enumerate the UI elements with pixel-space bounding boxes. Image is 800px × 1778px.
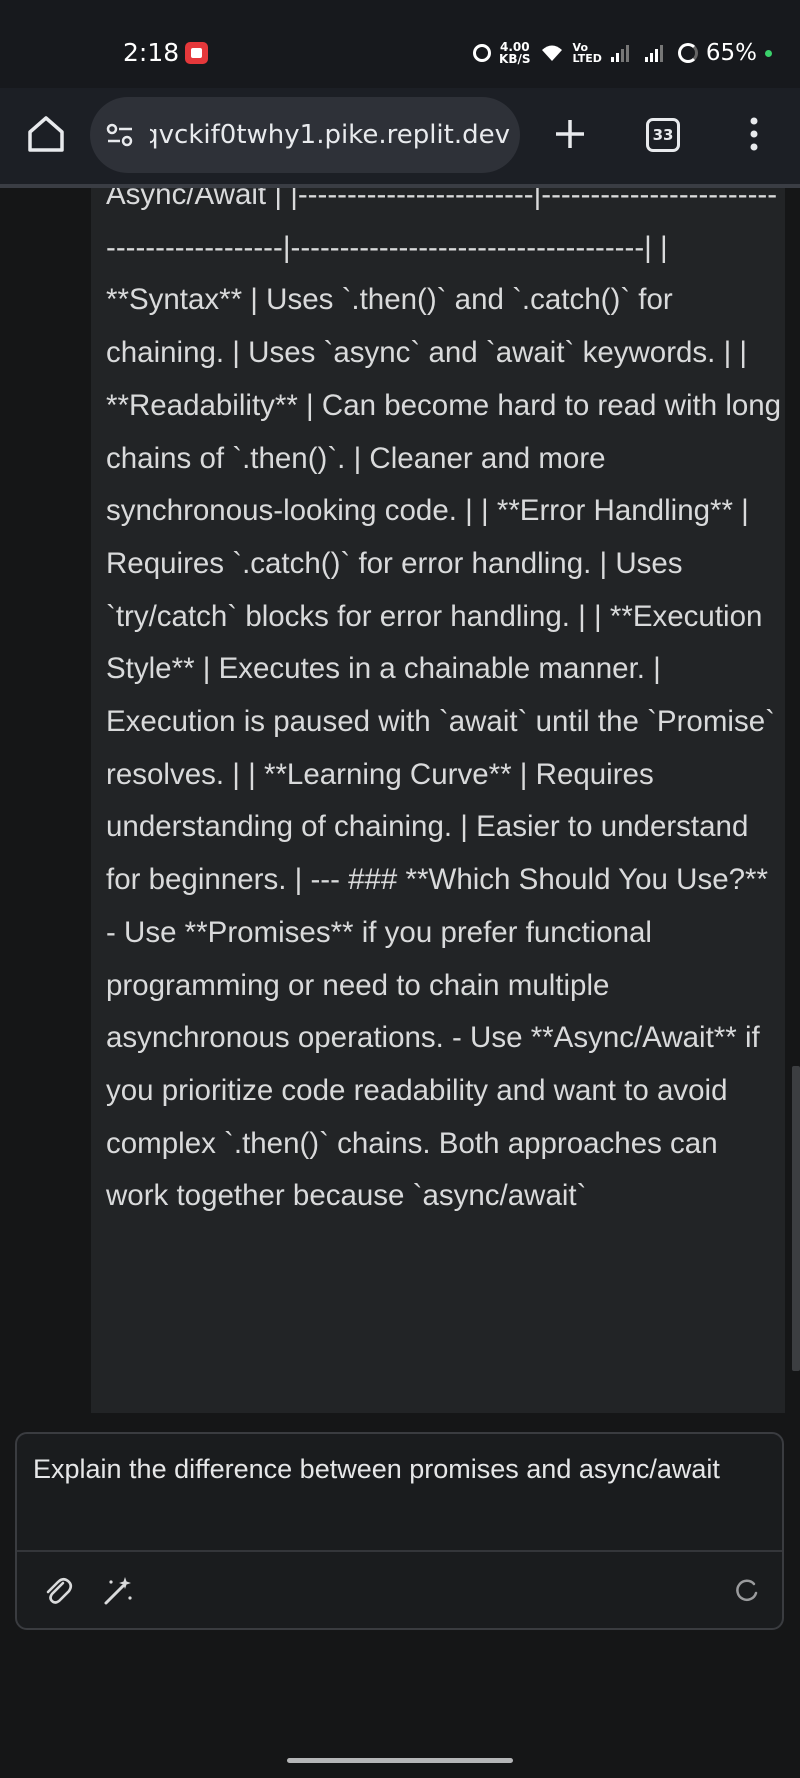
wifi-icon [539, 43, 565, 63]
assistant-message-text: Async/Await | |------------------------|… [106, 188, 782, 1213]
paperclip-icon[interactable] [41, 1574, 75, 1608]
status-time: 2:18 [123, 38, 180, 67]
scrollbar-thumb[interactable] [792, 1066, 800, 1371]
prompt-input[interactable]: Explain the difference between promises … [17, 1434, 782, 1550]
magic-wand-icon[interactable] [101, 1574, 135, 1608]
chat-composer: Explain the difference between promises … [15, 1432, 784, 1630]
alarm-icon [473, 44, 492, 62]
site-settings-icon[interactable] [106, 123, 134, 147]
network-speed: 4.00 KB/S [499, 41, 530, 65]
home-indicator[interactable] [287, 1758, 513, 1763]
assistant-message: Async/Await | |------------------------|… [91, 188, 785, 1413]
composer-divider [17, 1550, 782, 1552]
url-text[interactable]: 3qvckif0twhy1.pike.replit.dev [150, 119, 510, 151]
more-vert-icon[interactable] [744, 112, 764, 156]
battery-icon [677, 43, 698, 63]
chat-content[interactable]: Async/Await | |------------------------|… [0, 188, 800, 1413]
address-bar[interactable]: 3qvckif0twhy1.pike.replit.dev [90, 97, 520, 173]
plus-icon[interactable] [550, 112, 590, 156]
phone-screen: 2:18 4.00 KB/S Vo LTED 65% 3qvckif0twhy1… [0, 0, 800, 1778]
scrollbar[interactable] [792, 188, 800, 1413]
network-speed-unit: KB/S [499, 52, 531, 66]
browser-toolbar: 3qvckif0twhy1.pike.replit.dev 33 [0, 88, 800, 184]
signal-icon-2 [644, 45, 663, 62]
battery-percent: 65% [705, 40, 757, 66]
status-icons: 4.00 KB/S Vo LTED 65% [473, 38, 772, 68]
home-icon[interactable] [24, 112, 68, 156]
loading-spinner-icon [736, 1579, 758, 1602]
status-bar: 2:18 4.00 KB/S Vo LTED 65% [0, 0, 800, 88]
signal-icon [610, 45, 629, 62]
volte-bottom: LTED [572, 52, 602, 65]
privacy-dot-icon [765, 49, 772, 57]
tabs-icon[interactable]: 33 [646, 118, 680, 152]
volte-indicator: Vo LTED [573, 42, 602, 64]
screen-record-icon [185, 42, 208, 64]
